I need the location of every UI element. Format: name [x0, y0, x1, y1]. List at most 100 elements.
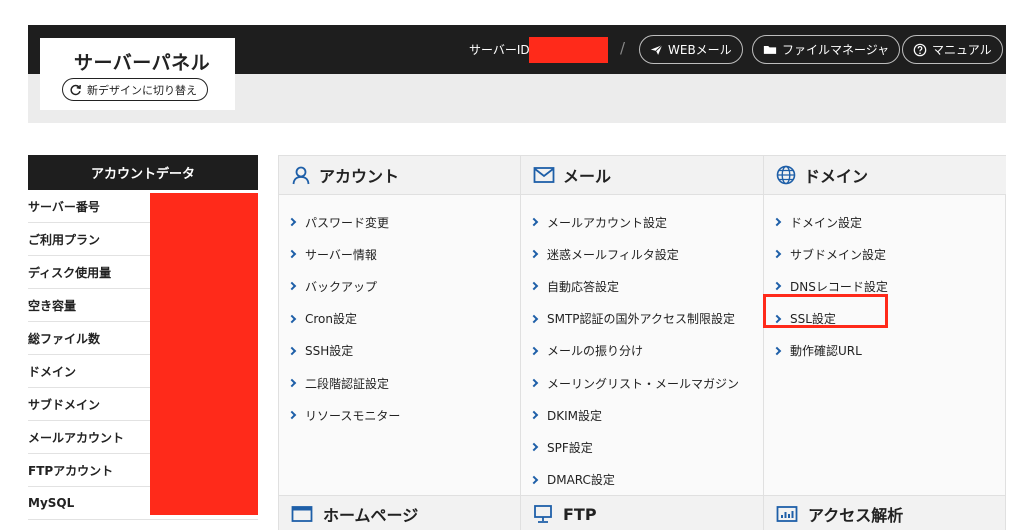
domain-menu-header: ドメイン [764, 156, 1006, 195]
folder-icon [763, 46, 777, 54]
panel-title: サーバーパネル [74, 52, 211, 74]
menu-item-spam-filter[interactable]: 迷惑メールフィルタ設定 [521, 238, 763, 270]
menu-item-server-info[interactable]: サーバー情報 [279, 238, 520, 270]
mail-menu-header: メール [521, 156, 763, 195]
menu-item-label: 自動応答設定 [547, 279, 620, 294]
chevron-right-icon [772, 346, 782, 356]
menu-item-label: DNSレコード設定 [790, 279, 888, 294]
chevron-right-icon [529, 378, 539, 388]
manual-button[interactable]: マニュアル [902, 35, 1003, 64]
chevron-right-icon [287, 217, 297, 227]
menu-item-cron[interactable]: Cron設定 [279, 303, 520, 335]
menu-item-resource-monitor[interactable]: リソースモニター [279, 399, 520, 431]
homepage-menu-header: ホームページ [279, 496, 521, 530]
account-menu-header: アカウント [279, 156, 520, 195]
ftp-menu-header: FTP [521, 496, 764, 530]
menu-item-label: サーバー情報 [305, 247, 377, 262]
chevron-right-icon [529, 314, 539, 323]
help-circle-icon [913, 43, 927, 56]
globe-icon [776, 165, 796, 185]
menu-item-two-factor[interactable]: 二段階認証設定 [279, 367, 520, 399]
new-design-switch-button[interactable]: 新デザインに切り替え [62, 78, 208, 101]
user-icon [292, 166, 310, 185]
chevron-right-icon [287, 314, 297, 323]
chevron-right-icon [529, 475, 539, 484]
account-menu: アカウント パスワード変更 サーバー情報 バックアップ Cron設定 SSH設定… [279, 156, 521, 495]
envelope-icon [533, 167, 555, 183]
menu-item-dmarc[interactable]: DMARC設定 [521, 464, 763, 496]
paper-plane-icon [650, 44, 663, 55]
chevron-right-icon [772, 217, 782, 227]
menu-item-mail-account[interactable]: メールアカウント設定 [521, 206, 763, 238]
monitor-icon [534, 505, 552, 523]
header-separator: / [620, 39, 626, 57]
menu-item-label: DKIM設定 [547, 408, 603, 423]
mail-menu: メール メールアカウント設定 迷惑メールフィルタ設定 自動応答設定 SMTP認証… [521, 156, 764, 495]
chevron-right-icon [772, 250, 782, 259]
ftp-menu-title: FTP [563, 504, 597, 524]
menu-item-mail-sorting[interactable]: メールの振り分け [521, 335, 763, 367]
homepage-menu-title: ホームページ [323, 506, 419, 525]
access-analysis-menu-title: アクセス解析 [808, 506, 904, 525]
menu-item-label: SMTP認証の国外アクセス制限設定 [547, 312, 735, 327]
account-data-title: アカウントデータ [28, 155, 258, 190]
chevron-right-icon [529, 250, 539, 259]
chevron-right-icon [529, 217, 539, 227]
webmail-button[interactable]: WEBメール [639, 35, 743, 64]
menu-item-ssh[interactable]: SSH設定 [279, 335, 520, 367]
chevron-right-icon [772, 282, 782, 291]
manual-label: マニュアル [932, 43, 992, 57]
chevron-right-icon [529, 410, 539, 420]
menu-item-auto-reply[interactable]: 自動応答設定 [521, 270, 763, 302]
menu-item-label: メールアカウント設定 [547, 215, 668, 230]
mail-menu-title: メール [563, 167, 612, 186]
menu-item-label: 動作確認URL [790, 344, 862, 359]
menu-item-label: SSH設定 [305, 344, 354, 359]
server-id-label: サーバーID [469, 43, 530, 57]
domain-menu-title: ドメイン [804, 167, 869, 186]
menu-item-label: DMARC設定 [547, 473, 615, 488]
chevron-right-icon [287, 282, 297, 291]
redacted-server-id [529, 37, 608, 63]
bar-chart-icon [776, 506, 798, 522]
bottom-menu-row: ホームページ FTP アクセス解析 [279, 495, 1005, 530]
menu-item-backup[interactable]: バックアップ [279, 270, 520, 302]
menu-item-spf[interactable]: SPF設定 [521, 431, 763, 463]
menu-item-label: 二段階認証設定 [305, 376, 390, 391]
file-manager-label: ファイルマネージャ [782, 43, 890, 57]
menu-item-label: Cron設定 [305, 312, 357, 327]
menu-item-test-url[interactable]: 動作確認URL [764, 335, 1006, 367]
menu-item-mailing-list[interactable]: メーリングリスト・メールマガジン [521, 367, 763, 399]
new-design-switch-label: 新デザインに切り替え [87, 83, 197, 97]
redacted-account-values [150, 193, 258, 515]
chevron-right-icon [529, 346, 539, 356]
webmail-label: WEBメール [668, 43, 732, 57]
access-analysis-menu-header: アクセス解析 [764, 496, 1005, 530]
menu-grid: アカウント パスワード変更 サーバー情報 バックアップ Cron設定 SSH設定… [278, 155, 1006, 530]
browser-window-icon [291, 506, 313, 522]
menu-item-password-change[interactable]: パスワード変更 [279, 206, 520, 238]
chevron-right-icon [287, 346, 297, 356]
menu-item-label: メールの振り分け [547, 344, 644, 359]
menu-item-domain-settings[interactable]: ドメイン設定 [764, 206, 1006, 238]
menu-item-label: サブドメイン設定 [790, 247, 887, 262]
menu-item-smtp-restriction[interactable]: SMTP認証の国外アクセス制限設定 [521, 303, 763, 335]
chevron-right-icon [287, 378, 297, 388]
menu-item-label: リソースモニター [305, 408, 401, 423]
menu-item-label: メーリングリスト・メールマガジン [547, 376, 740, 391]
chevron-right-icon [287, 250, 297, 259]
file-manager-button[interactable]: ファイルマネージャ [752, 35, 901, 64]
refresh-icon [70, 84, 81, 96]
menu-item-label: SPF設定 [547, 440, 593, 455]
ssl-highlight-box [763, 294, 888, 328]
chevron-right-icon [529, 282, 539, 291]
menu-item-subdomain-settings[interactable]: サブドメイン設定 [764, 238, 1006, 270]
menu-item-label: ドメイン設定 [790, 215, 863, 230]
account-menu-title: アカウント [319, 167, 400, 186]
menu-item-label: 迷惑メールフィルタ設定 [547, 247, 679, 262]
menu-item-label: パスワード変更 [305, 215, 390, 230]
menu-item-dkim[interactable]: DKIM設定 [521, 399, 763, 431]
menu-item-label: バックアップ [305, 279, 378, 294]
brand-box: サーバーパネル 新デザインに切り替え [40, 38, 235, 110]
chevron-right-icon [529, 443, 539, 452]
